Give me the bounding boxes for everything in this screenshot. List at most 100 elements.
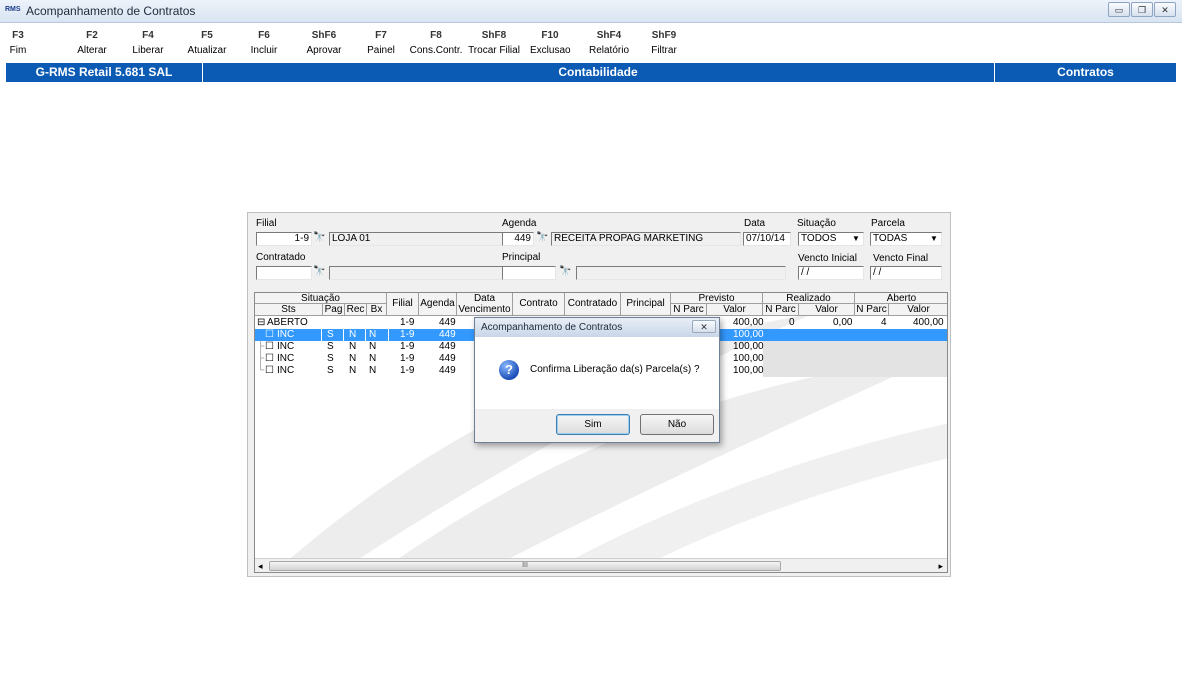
checkbox-icon[interactable]: ☐: [265, 341, 274, 353]
binoculars-search-icon[interactable]: 🔭: [313, 266, 326, 278]
dropdown-arrow-icon[interactable]: ▼: [928, 234, 940, 244]
cell-filial: 1-9: [400, 365, 415, 376]
cell-sts: INC: [277, 365, 295, 376]
contratado-label: Contratado: [256, 252, 306, 263]
checkbox-icon[interactable]: ☐: [265, 353, 274, 365]
cell-sts: INC: [277, 329, 295, 340]
fkey-aprovar[interactable]: ShF6 Aprovar: [302, 30, 346, 56]
fkey-painel[interactable]: F7 Painel: [366, 30, 396, 56]
situacao-select[interactable]: TODOS ▼: [798, 232, 864, 246]
scroll-right-icon[interactable]: ▸: [938, 559, 943, 572]
header-aberto-nparc[interactable]: N Parc: [855, 304, 889, 316]
header-sts[interactable]: Sts: [255, 304, 323, 316]
cell-aberto-valor: 400,00: [913, 317, 944, 328]
checkbox-icon[interactable]: ☐: [265, 365, 274, 377]
no-button[interactable]: Não: [640, 414, 714, 435]
header-real-nparc[interactable]: N Parc: [763, 304, 799, 316]
header-pag[interactable]: Pag: [323, 304, 345, 316]
cell-agenda: 449: [439, 341, 456, 352]
question-icon: ?: [499, 360, 519, 380]
cell-filial: 1-9: [400, 341, 415, 352]
contratado-code-input[interactable]: [256, 266, 312, 280]
dialog-titlebar: Acompanhamento de Contratos ✕: [475, 318, 719, 337]
data-label: Data: [744, 218, 766, 229]
cell-bx: N: [369, 329, 377, 340]
filial-code-input[interactable]: 1-9: [256, 232, 312, 246]
header-filial[interactable]: Filial: [387, 293, 419, 316]
window-controls: ▭ ❐ ✕: [1108, 2, 1176, 17]
header-contratado[interactable]: Contratado: [565, 293, 621, 316]
situacao-selected-value: TODOS: [801, 233, 837, 244]
header-real-valor[interactable]: Valor: [799, 304, 855, 316]
vencto-inicial-input[interactable]: / /: [798, 266, 864, 280]
fkey-fim[interactable]: F3 Fim: [4, 30, 32, 56]
header-aberto-valor[interactable]: Valor: [889, 304, 947, 316]
cell-agenda: 449: [439, 353, 456, 364]
fkey-trocar-filial[interactable]: ShF8 Trocar Filial: [468, 30, 520, 56]
cell-bx: N: [369, 353, 377, 364]
fkey-exclusao[interactable]: F10 Exclusao: [530, 30, 571, 56]
dialog-close-button[interactable]: ✕: [692, 320, 716, 333]
scroll-thumb[interactable]: III: [269, 561, 781, 571]
dropdown-arrow-icon[interactable]: ▼: [850, 234, 862, 244]
cell-rec: N: [349, 329, 357, 340]
fkey-atualizar[interactable]: F5 Atualizar: [184, 30, 230, 56]
module-name: Contabilidade: [558, 65, 638, 79]
header-group-realizado: Realizado: [763, 293, 855, 304]
system-version: G-RMS Retail 5.681 SAL: [35, 65, 173, 79]
principal-code-input[interactable]: [502, 266, 556, 280]
cell-rec: N: [349, 365, 357, 376]
cell-rec: N: [349, 341, 357, 352]
header-prev-nparc[interactable]: N Parc: [671, 304, 707, 316]
header-group-aberto: Aberto: [855, 293, 947, 304]
situacao-label: Situação: [797, 218, 836, 229]
fkey-incluir[interactable]: F6 Incluir: [246, 30, 282, 56]
binoculars-search-icon[interactable]: 🔭: [313, 232, 326, 244]
vencto-inicial-label: Vencto Inicial: [798, 253, 857, 264]
fkey-cons-contr[interactable]: F8 Cons.Contr.: [408, 30, 464, 56]
header-contrato[interactable]: Contrato: [513, 293, 565, 316]
cell-prev-valor: 100,00: [733, 353, 764, 364]
group-label: ABERTO: [267, 317, 308, 328]
cell-prev-valor: 400,00: [733, 317, 764, 328]
header-vencimento[interactable]: Vencimento: [457, 304, 513, 316]
vencto-final-input[interactable]: / /: [870, 266, 942, 280]
filial-name-field: LOJA 01: [329, 232, 531, 246]
cell-agenda: 449: [439, 317, 456, 328]
header-agenda[interactable]: Agenda: [419, 293, 457, 316]
collapse-icon[interactable]: ⊟: [257, 317, 265, 329]
close-button[interactable]: ✕: [1154, 2, 1176, 17]
cell-rec: N: [349, 353, 357, 364]
horizontal-scrollbar[interactable]: ◂ III ▸: [255, 558, 947, 572]
checkbox-icon[interactable]: ☐: [265, 329, 274, 341]
fkey-alterar[interactable]: F2 Alterar: [74, 30, 110, 56]
cell-pag: S: [327, 329, 334, 340]
restore-button[interactable]: ❐: [1131, 2, 1153, 17]
fkey-filtrar[interactable]: ShF9 Filtrar: [648, 30, 680, 56]
fkey-relatorio[interactable]: ShF4 Relatório: [588, 30, 630, 56]
binoculars-search-icon[interactable]: 🔭: [559, 266, 572, 278]
cell-real-nparc: 0: [789, 317, 795, 328]
header-group-situacao: Situação: [255, 293, 387, 304]
filial-label: Filial: [256, 218, 277, 229]
cell-agenda: 449: [439, 329, 456, 340]
cell-pag: S: [327, 353, 334, 364]
yes-button[interactable]: Sim: [556, 414, 630, 435]
header-prev-valor[interactable]: Valor: [707, 304, 763, 316]
header-principal[interactable]: Principal: [621, 293, 671, 316]
cell-filial: 1-9: [400, 353, 415, 364]
minimize-button[interactable]: ▭: [1108, 2, 1130, 17]
binoculars-search-icon[interactable]: 🔭: [536, 232, 549, 244]
data-input[interactable]: 07/10/14: [743, 232, 791, 246]
agenda-code-input[interactable]: 449: [502, 232, 534, 246]
header-bx[interactable]: Bx: [367, 304, 387, 316]
header-rec[interactable]: Rec: [345, 304, 367, 316]
parcela-select[interactable]: TODAS ▼: [870, 232, 942, 246]
cell-prev-valor: 100,00: [733, 341, 764, 352]
scroll-left-icon[interactable]: ◂: [258, 559, 263, 572]
fkey-liberar[interactable]: F4 Liberar: [130, 30, 166, 56]
cell-pag: S: [327, 365, 334, 376]
rms-logo: RMS: [5, 6, 21, 13]
parcela-selected-value: TODAS: [873, 233, 908, 244]
header-group-previsto: Previsto: [671, 293, 763, 304]
